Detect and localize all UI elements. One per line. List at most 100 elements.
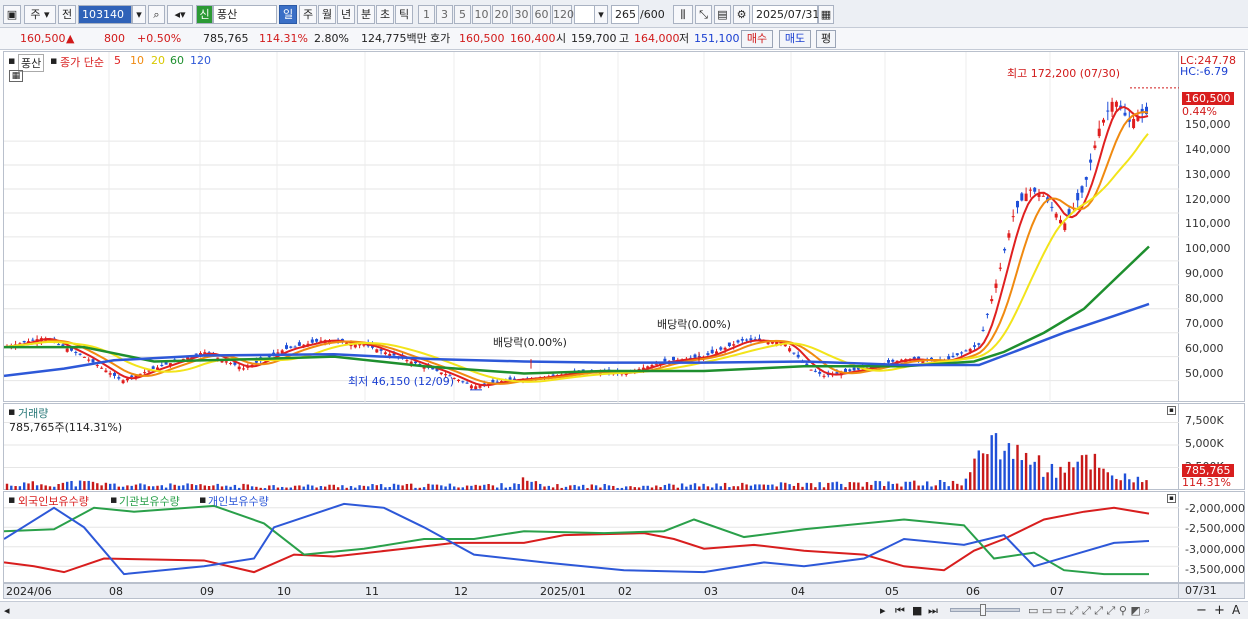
zoom-slider-handle[interactable]: [980, 604, 986, 616]
candle-body: [727, 342, 731, 347]
volume-bar: [723, 482, 727, 490]
candle-body: [113, 372, 116, 376]
volume-bar: [259, 487, 262, 490]
volume-bar: [315, 487, 318, 490]
date-axis-end: 07/31: [1179, 583, 1245, 599]
volume-bar: [70, 480, 73, 490]
volume-close-icon[interactable]: ▪: [1167, 406, 1176, 415]
prev-button[interactable]: 전: [58, 5, 76, 24]
ma20-label: 20: [151, 54, 165, 67]
holdings-panel[interactable]: ▪ 외국인보유수량 ▪ 기관보유수량 ▪ 개인보유수량 ▪: [3, 491, 1180, 583]
volume-bar: [818, 482, 821, 490]
candle-body: [379, 349, 383, 351]
volume-bar: [1050, 463, 1054, 490]
period-minute-tab[interactable]: 분: [357, 5, 375, 24]
eval-button[interactable]: 평: [816, 30, 836, 48]
volume-bar: [741, 482, 744, 490]
volume-bar: [1145, 480, 1148, 490]
price-chart-panel[interactable]: ▪ 풍산 ▪ 종가 단순 5 10 20 60 120 ▦ 최고 172,200…: [3, 51, 1180, 403]
market-select[interactable]: 주 ▾: [24, 5, 56, 24]
volume-bar: [306, 484, 310, 490]
volume-bar: [173, 484, 176, 490]
y-tick-140000: 140,000: [1185, 143, 1231, 156]
volume-bar: [358, 485, 361, 490]
period-week-tab[interactable]: 주: [299, 5, 317, 24]
scroll-left-icon[interactable]: ◂: [4, 604, 10, 617]
stop-icon[interactable]: ■: [912, 604, 922, 617]
first-page-icon[interactable]: ⏮: [895, 604, 905, 618]
volume-bar: [547, 485, 550, 490]
save-icon[interactable]: ▤: [714, 5, 731, 24]
candle-type-icon[interactable]: ⫼: [673, 5, 693, 24]
volume-bar: [1059, 466, 1062, 490]
period-second-tab[interactable]: 초: [376, 5, 394, 24]
vol-tick-7500k: 7,500K: [1185, 414, 1224, 427]
stock-code-input[interactable]: 103140: [78, 5, 132, 24]
volume-bar: [78, 480, 82, 490]
volume-bar: [895, 483, 899, 490]
zoom-out-icon[interactable]: −: [1196, 603, 1207, 618]
trade-amount: 124,775백만: [361, 32, 427, 45]
volume-bar: [1046, 472, 1049, 490]
draw-tool-icon[interactable]: ⤡: [695, 5, 712, 24]
candle-body: [1028, 189, 1032, 191]
candle-body: [792, 352, 796, 354]
y-tick-70000: 70,000: [1185, 317, 1224, 330]
period-year-tab[interactable]: 년: [337, 5, 355, 24]
y-tick-90000: 90,000: [1185, 267, 1224, 280]
y-tick-60000: 60,000: [1185, 342, 1224, 355]
minute-10[interactable]: 10: [472, 5, 491, 24]
date-tick: 03: [704, 585, 718, 598]
draw-tools-icons[interactable]: ▭ ▭ ▭ ⤢ ⤢ ⤢ ⤢ ⚲ ◩ ⌕: [1028, 604, 1150, 618]
volume-bar: [246, 484, 249, 490]
stock-name-field[interactable]: 풍산: [213, 5, 277, 24]
volume-panel[interactable]: ▪ 거래량 785,765주(114.31%) ▪: [3, 403, 1180, 490]
volume-bar: [379, 484, 383, 490]
minute-1[interactable]: 1: [418, 5, 435, 24]
period-month-tab[interactable]: 월: [318, 5, 336, 24]
gear-icon[interactable]: ⚙: [733, 5, 750, 24]
minute-120[interactable]: 120: [552, 5, 574, 24]
volume-bar: [117, 486, 120, 490]
period-day-tab[interactable]: 일: [279, 5, 297, 24]
window-icon[interactable]: ▣: [3, 5, 21, 24]
minute-30[interactable]: 30: [512, 5, 531, 24]
count-input[interactable]: 265: [611, 5, 639, 24]
volume-bar: [121, 486, 125, 490]
volume-bar: [152, 486, 155, 490]
holdings-close-icon[interactable]: ▪: [1167, 494, 1176, 503]
bottom-scrollbar[interactable]: ◂ ▸ ⏮ ■ ⏭ ▭ ▭ ▭ ⤢ ⤢ ⤢ ⤢ ⚲ ◩ ⌕ − + A: [0, 601, 1248, 619]
minute-3[interactable]: 3: [436, 5, 453, 24]
volume-bar: [758, 484, 761, 490]
minute-60[interactable]: 60: [532, 5, 551, 24]
period-tick-tab[interactable]: 틱: [395, 5, 413, 24]
date-input[interactable]: 2025/07/31: [752, 5, 819, 24]
search-icon[interactable]: ⌕: [148, 5, 165, 24]
zoom-in-icon[interactable]: +: [1214, 603, 1225, 618]
scroll-right-icon[interactable]: ▸: [880, 604, 886, 617]
volume-bar: [539, 483, 542, 490]
table-toggle-icon[interactable]: ▦: [9, 70, 23, 82]
candle-body: [31, 339, 35, 341]
speaker-icon[interactable]: ◂▾: [167, 5, 193, 24]
volume-bar: [431, 484, 434, 490]
sell-button[interactable]: 매도: [779, 30, 811, 48]
candle-body: [229, 363, 233, 365]
buy-button[interactable]: 매수: [741, 30, 773, 48]
minute-5[interactable]: 5: [454, 5, 471, 24]
calendar-icon[interactable]: ▦: [818, 5, 834, 24]
code-dropdown-icon[interactable]: ▾: [132, 5, 146, 24]
volume-bar: [1136, 476, 1140, 490]
candle-body: [1093, 145, 1097, 149]
high-annotation: 최고 172,200 (07/30): [1007, 67, 1121, 80]
volume-bar: [702, 483, 705, 490]
volume-bar: [797, 482, 800, 490]
font-size-icon[interactable]: A: [1232, 603, 1240, 617]
minute-20[interactable]: 20: [492, 5, 511, 24]
volume-bar: [590, 484, 593, 490]
last-page-icon[interactable]: ⏭: [928, 604, 938, 618]
candle-body: [289, 346, 293, 348]
interval-dropdown-icon[interactable]: ▾: [594, 5, 608, 24]
date-axis: 2024/06 08 09 10 11 12 2025/01 02 03 04 …: [3, 583, 1179, 599]
volume-bar: [1037, 455, 1041, 490]
